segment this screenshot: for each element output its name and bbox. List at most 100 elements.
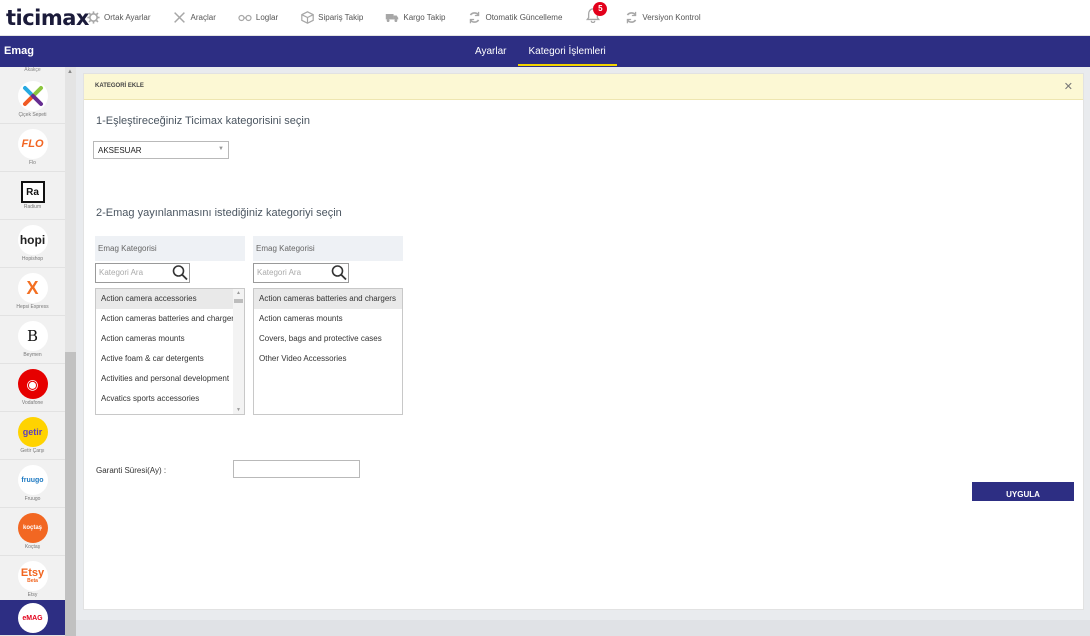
sidebar-item-label: Hopishop (21, 256, 44, 262)
subcategory-search-input[interactable]: Kategori Ara (253, 263, 349, 283)
sidebar-item-label: Getir Çarşı (20, 448, 45, 454)
list-item[interactable]: Other Video Accessories (254, 349, 402, 369)
sidebar-item-label: Vodafone (21, 400, 44, 406)
list-item[interactable]: Action camera accessories (96, 289, 244, 309)
sidebar-scrollbar-thumb[interactable] (65, 352, 76, 636)
hopi-logo-icon: hopi (17, 225, 48, 255)
nav-label: Ortak Ayarlar (104, 13, 151, 22)
truck-icon (385, 11, 399, 24)
sidebar-item-cicek-sepeti[interactable]: Çiçek Sepeti (0, 77, 65, 124)
tab-kategori-islemleri[interactable]: Kategori İşlemleri (517, 36, 618, 67)
warranty-input[interactable] (233, 460, 360, 478)
list-item[interactable]: Acvatics sports accessories (96, 389, 244, 409)
sidebar-item-label: Koçtaş (24, 544, 41, 550)
vodafone-logo-icon: ◉ (17, 369, 48, 399)
sidebar-item-label: Hepsi Express (16, 304, 49, 310)
sidebar-item-flo[interactable]: FLO Flo (0, 125, 65, 172)
tools-icon (173, 11, 187, 24)
notification-count-badge: 5 (593, 1, 608, 16)
sidebar-item-label: Akakçe (24, 67, 41, 73)
nav-label: Versiyon Kontrol (642, 13, 701, 22)
refresh-icon (467, 11, 481, 24)
ticimax-logo[interactable]: ticimax (6, 6, 89, 30)
search-icon[interactable] (331, 264, 347, 281)
cicek-sepeti-logo-icon (17, 81, 48, 111)
nav-versiyon-kontrol[interactable]: Versiyon Kontrol (624, 11, 701, 24)
chevron-down-icon: ▼ (218, 146, 224, 152)
sidebar-item-vodafone[interactable]: ◉ Vodafone (0, 365, 65, 412)
nav-otomatik-guncelleme[interactable]: Otomatik Güncelleme (467, 11, 562, 24)
footer-strip (76, 620, 1090, 636)
list-item[interactable]: Action cameras batteries and chargers (96, 309, 244, 329)
sidebar-item-label: Radium (23, 204, 42, 210)
list-item[interactable]: Action cameras mounts (254, 309, 402, 329)
nav-loglar[interactable]: Loglar (238, 11, 278, 24)
sidebar-item-label: Flo (29, 160, 36, 166)
scroll-up-icon[interactable]: ▲ (67, 69, 73, 75)
nav-label: Sipariş Takip (318, 13, 364, 22)
gear-icon (86, 11, 100, 24)
ticimax-category-select[interactable]: AKSESUAR ▼ (93, 141, 229, 159)
emag-category-list[interactable]: Action camera accessories Action cameras… (95, 288, 245, 415)
sidebar-item-beymen[interactable]: B Beymen (0, 317, 65, 364)
sidebar-item-hopishop[interactable]: hopi Hopishop (0, 221, 65, 268)
nav-label: Araçlar (190, 13, 216, 22)
koctas-logo-icon: koçtaş (17, 513, 48, 543)
search-placeholder: Kategori Ara (257, 268, 302, 277)
close-icon[interactable]: ✕ (1064, 80, 1073, 93)
module-tabs: Ayarlar Kategori İşlemleri (464, 36, 618, 67)
list-item[interactable]: Activities and personal development (96, 369, 244, 389)
flo-logo-icon: FLO (17, 129, 48, 159)
sidebar-item-hepsi-express[interactable]: X Hepsi Express (0, 269, 65, 316)
step1-heading: 1-Eşleştireceğiniz Ticimax kategorisini … (96, 115, 310, 127)
page-title: Emag (4, 45, 34, 57)
beta-badge: Beta (27, 578, 38, 584)
etsy-logo-icon: Etsy Beta (17, 561, 48, 591)
sidebar-item-radium[interactable]: Ra Radium (0, 173, 65, 220)
list-item[interactable]: Covers, bags and protective cases (254, 329, 402, 349)
list-item[interactable]: Action cameras mounts (96, 329, 244, 349)
list-item[interactable]: Active foam & car detergents (96, 349, 244, 369)
nav-araclar[interactable]: Araçlar (173, 11, 216, 24)
hepsi-express-logo-icon: X (17, 273, 48, 303)
search-placeholder: Kategori Ara (99, 268, 144, 277)
marketplace-sidebar: Akakçe Çiçek Sepeti FLO Flo Ra Radium ho… (0, 67, 76, 636)
list-scrollbar-thumb[interactable] (234, 299, 243, 303)
nav-kargo-takip[interactable]: Kargo Takip (385, 11, 445, 24)
glasses-icon (238, 11, 252, 24)
nav-label: Loglar (255, 13, 279, 22)
emag-subcategory-list[interactable]: Action cameras batteries and chargers Ac… (253, 288, 403, 415)
fruugo-logo-icon: fruugo (17, 465, 48, 495)
sidebar-item-label: Çiçek Sepeti (18, 112, 47, 118)
search-icon[interactable] (172, 264, 188, 281)
panel-header: KATEGORİ EKLE ✕ (84, 74, 1083, 100)
category-search-input[interactable]: Kategori Ara (95, 263, 190, 283)
list-scrollbar[interactable]: ▲ ▼ (233, 289, 244, 414)
warranty-label: Garanti Süresi(Ay) : (96, 466, 167, 475)
step2-heading: 2-Emag yayınlanmasını istediğiniz katego… (96, 207, 342, 219)
selected-category: AKSESUAR (98, 146, 142, 155)
scroll-up-icon[interactable]: ▲ (236, 290, 241, 296)
refresh-icon (624, 11, 638, 24)
nav-ortak-ayarlar[interactable]: Ortak Ayarlar (86, 11, 151, 24)
sidebar-item-label: Fruugo (24, 496, 41, 502)
list-item[interactable]: Action cameras batteries and chargers (254, 289, 402, 309)
notifications-button[interactable]: 5 (584, 1, 608, 27)
sidebar-item-fruugo[interactable]: fruugo Fruugo (0, 461, 65, 508)
emag-subcategory-column-header: Emag Kategorisi (253, 236, 403, 261)
sidebar-item-label: Beymen (23, 352, 42, 358)
top-bar: ticimax Ortak Ayarlar Araçlar Loglar Sip… (0, 0, 1090, 36)
sidebar-item-emag[interactable]: eMAG (0, 600, 65, 636)
sidebar-item-etsy[interactable]: Etsy Beta Etsy (0, 557, 65, 604)
apply-button[interactable]: UYGULA (972, 482, 1074, 501)
beymen-logo-icon: B (17, 321, 48, 351)
scroll-down-icon[interactable]: ▼ (236, 407, 241, 413)
sidebar-item-getir-carsi[interactable]: getir Getir Çarşı (0, 413, 65, 460)
getir-logo-icon: getir (17, 417, 48, 447)
top-nav: Ortak Ayarlar Araçlar Loglar Sipariş Tak… (86, 1, 723, 27)
tab-ayarlar[interactable]: Ayarlar (464, 36, 518, 67)
radium-logo-icon: Ra (20, 181, 45, 203)
sidebar-item-label: Etsy (27, 592, 38, 598)
sidebar-item-koctas[interactable]: koçtaş Koçtaş (0, 509, 65, 556)
nav-siparis-takip[interactable]: Sipariş Takip (300, 11, 363, 24)
